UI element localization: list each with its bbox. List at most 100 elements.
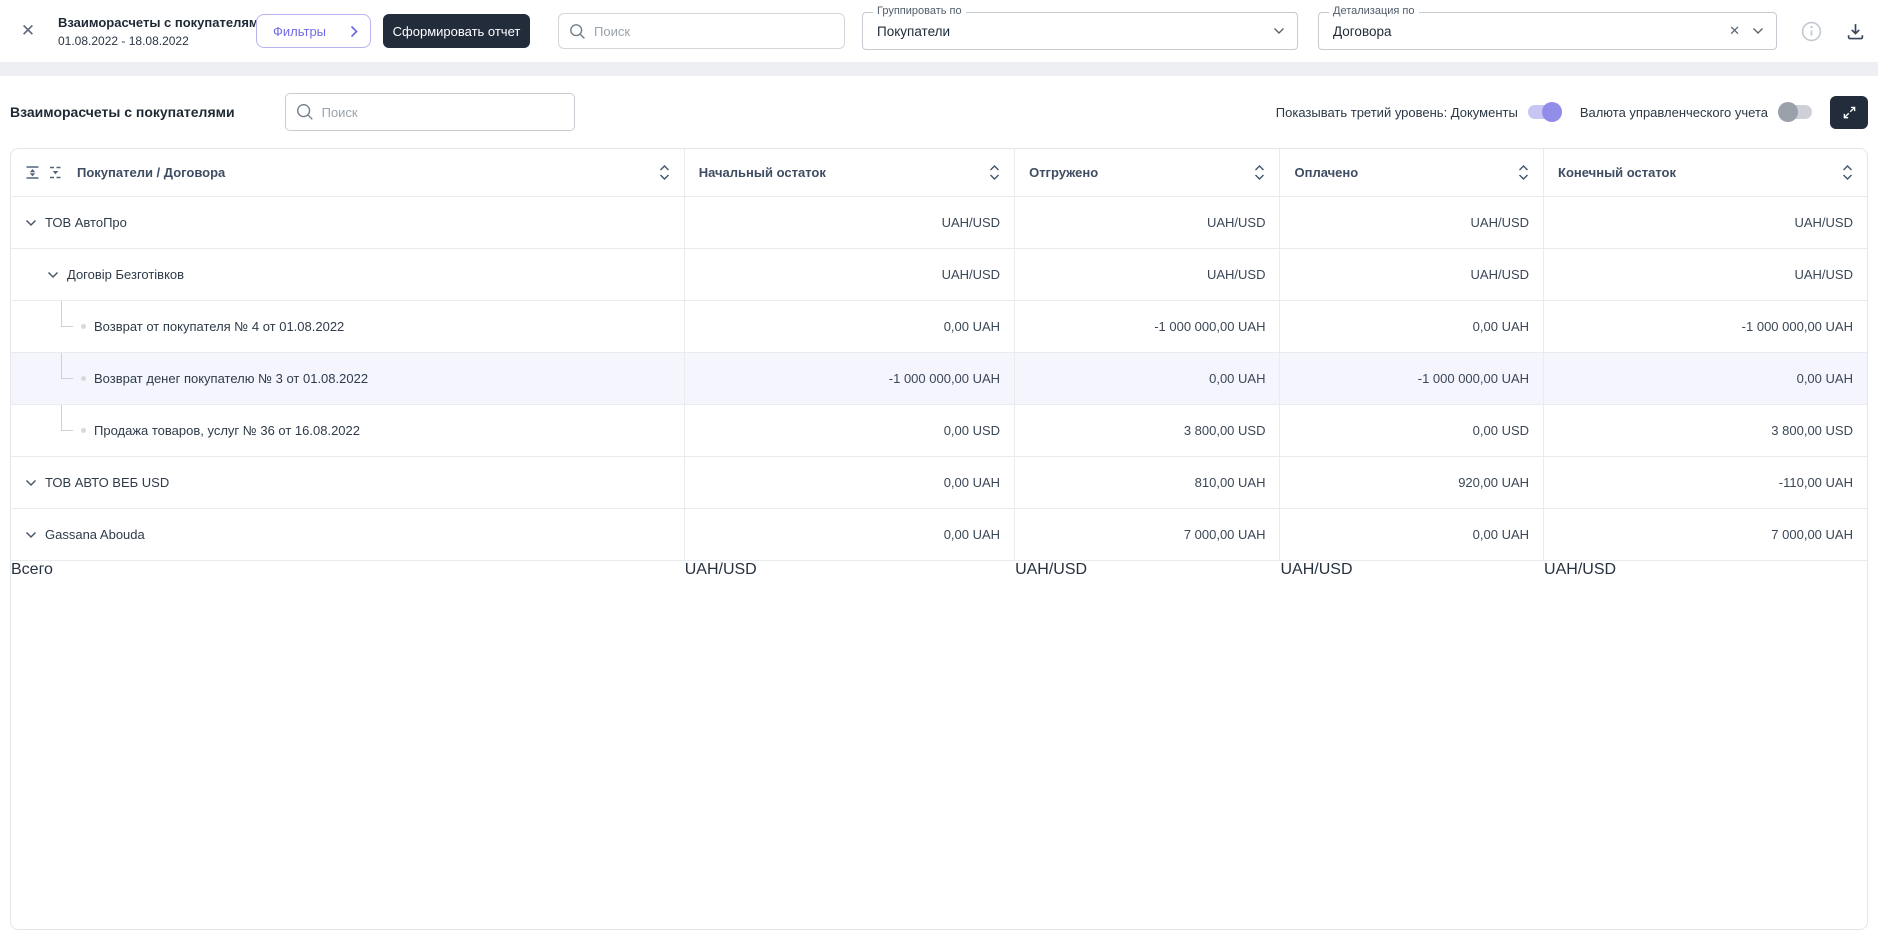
cell-value: -1 000 000,00 UAH <box>685 353 1016 404</box>
totals-label: Всего <box>11 561 53 578</box>
filters-button[interactable]: Фильтры <box>256 14 371 48</box>
table-row[interactable]: Возврат денег покупателю № 3 от 01.08.20… <box>11 353 1867 405</box>
column-label: Конечный остаток <box>1558 165 1677 180</box>
cell-value: UAH/USD <box>1794 267 1853 282</box>
sort-icon[interactable] <box>659 164 670 181</box>
fullscreen-button[interactable] <box>1830 95 1868 129</box>
row-name-cell: Договір Безготівков <box>11 249 685 300</box>
column-label: Начальный остаток <box>698 165 826 180</box>
totals-row: Всего UAH/USD UAH/USD UAH/USD UAH/USD <box>11 561 1867 579</box>
totals-value: UAH/USD <box>1544 561 1617 578</box>
row-label: Gassana Abouda <box>45 527 145 542</box>
cell-value: 810,00 UAH <box>1015 457 1281 508</box>
chevron-down-icon[interactable] <box>1273 27 1285 35</box>
header-customers-contracts: Покупатели / Договора <box>11 149 685 196</box>
management-currency-toggle[interactable] <box>1778 102 1812 122</box>
cell-value: 3 800,00 USD <box>1771 423 1853 438</box>
report-search-input[interactable] <box>321 104 564 120</box>
header-closing-balance: Конечный остаток <box>1544 149 1867 196</box>
cell-value: 0,00 UAH <box>685 457 1016 508</box>
bullet-icon <box>81 324 86 329</box>
table-row[interactable]: Возврат от покупателя № 4 от 01.08.2022 0… <box>11 301 1867 353</box>
cell-value: 0,00 USD <box>1280 405 1545 456</box>
row-name-cell: Gassana Abouda <box>11 509 685 560</box>
cell-value: 0,00 USD <box>685 405 1016 456</box>
top-toolbar: ✕ Взаиморасчеты с покупателями 01.08.202… <box>0 0 1878 62</box>
topbar-search-input[interactable] <box>594 23 834 39</box>
header-shipped: Отгружено <box>1015 149 1281 196</box>
row-name-cell: ТОВ АВТО ВЕБ USD <box>11 457 685 508</box>
detail-by-select[interactable]: Детализация по Договора ✕ <box>1318 5 1777 50</box>
download-icon[interactable] <box>1843 19 1867 43</box>
header-paid: Оплачено <box>1280 149 1545 196</box>
column-label: Покупатели / Договора <box>77 165 226 180</box>
tree-connector <box>61 301 73 327</box>
generate-report-button[interactable]: Сформировать отчет <box>383 14 530 48</box>
row-name-cell: Возврат от покупателя № 4 от 01.08.2022 <box>11 301 685 352</box>
third-level-toggle[interactable] <box>1527 102 1562 122</box>
search-icon <box>569 23 586 40</box>
row-label: Возврат денег покупателю № 3 от 01.08.20… <box>94 371 369 386</box>
close-icon[interactable]: ✕ <box>16 19 40 43</box>
page-title: Взаиморасчеты с покупателями <box>10 104 235 120</box>
column-label: Отгружено <box>1029 165 1099 180</box>
table-row[interactable]: Gassana Abouda 0,00 UAH 7 000,00 UAH 0,00 U… <box>11 509 1867 561</box>
bullet-icon <box>81 428 86 433</box>
row-label: Продажа товаров, услуг № 36 от 16.08.202… <box>94 423 360 438</box>
info-icon[interactable] <box>1799 19 1823 43</box>
tree-connector <box>61 353 73 379</box>
sort-icon[interactable] <box>989 164 1000 181</box>
table-row[interactable]: ТОВ АвтоПро UAH/USD UAH/USD UAH/USD UAH/USD <box>11 197 1867 249</box>
bullet-icon <box>81 376 86 381</box>
report-title-block[interactable]: Взаиморасчеты с покупателями 01.08.2022 … <box>58 15 281 48</box>
column-label: Оплачено <box>1294 165 1359 180</box>
cell-value: 0,00 UAH <box>1796 371 1853 386</box>
cell-value: 920,00 UAH <box>1280 457 1545 508</box>
clear-icon[interactable]: ✕ <box>1729 23 1740 39</box>
detail-by-label: Детализация по <box>1329 5 1419 17</box>
cell-value: 0,00 UAH <box>685 301 1016 352</box>
cell-value: 7 000,00 UAH <box>1771 527 1853 542</box>
tree-connector <box>61 405 73 431</box>
cell-value: -1 000 000,00 UAH <box>1280 353 1545 404</box>
filters-label: Фильтры <box>273 23 327 39</box>
chevron-down-icon[interactable] <box>25 475 37 490</box>
row-name-cell: ТОВ АвтоПро <box>11 197 685 248</box>
report-header: Взаиморасчеты с покупателями Показывать … <box>0 76 1878 148</box>
cell-value: -1 000 000,00 UAH <box>1741 319 1853 334</box>
collapse-all-icon[interactable] <box>25 165 40 180</box>
cell-value: UAH/USD <box>685 249 1016 300</box>
chevron-down-icon[interactable] <box>47 267 59 282</box>
table-row[interactable]: ТОВ АВТО ВЕБ USD 0,00 UAH 810,00 UAH 920,00… <box>11 457 1867 509</box>
cell-value: UAH/USD <box>1015 197 1281 248</box>
sort-icon[interactable] <box>1842 164 1853 181</box>
table-row[interactable]: Договір Безготівков UAH/USD UAH/USD UAH/USD… <box>11 249 1867 301</box>
cell-value: 0,00 UAH <box>1015 353 1281 404</box>
cell-value: -1 000 000,00 UAH <box>1015 301 1281 352</box>
row-label: ТОВ АвтоПро <box>45 215 127 230</box>
detail-by-value: Договора <box>1333 23 1392 39</box>
cell-value: 7 000,00 UAH <box>1015 509 1281 560</box>
row-label: ТОВ АВТО ВЕБ USD <box>45 475 170 490</box>
chevron-down-icon[interactable] <box>1752 27 1764 35</box>
cell-value: -110,00 UAH <box>1778 475 1853 490</box>
report-table-card: Покупатели / Договора Начальный остаток … <box>10 148 1868 930</box>
table-body: ТОВ АвтоПро UAH/USD UAH/USD UAH/USD UAH/USD Д… <box>11 197 1867 561</box>
table-row[interactable]: Продажа товаров, услуг № 36 от 16.08.202… <box>11 405 1867 457</box>
chevron-down-icon[interactable] <box>25 215 37 230</box>
cell-value: UAH/USD <box>1280 249 1545 300</box>
cell-value: UAH/USD <box>685 197 1016 248</box>
group-by-label: Группировать по <box>873 5 966 17</box>
group-by-select[interactable]: Группировать по Покупатели <box>862 5 1298 50</box>
cell-value: 0,00 UAH <box>1280 301 1545 352</box>
cell-value: UAH/USD <box>1015 249 1281 300</box>
totals-value: UAH/USD <box>684 561 757 578</box>
row-name-cell: Возврат денег покупателю № 3 от 01.08.20… <box>11 353 685 404</box>
third-level-toggle-label: Показывать третий уровень: Документы <box>1275 104 1518 120</box>
sort-icon[interactable] <box>1518 164 1529 181</box>
chevron-down-icon[interactable] <box>25 527 37 542</box>
expand-all-icon[interactable] <box>48 165 63 180</box>
window-title: Взаиморасчеты с покупателями <box>58 14 267 30</box>
table-header-row: Покупатели / Договора Начальный остаток … <box>11 149 1867 197</box>
sort-icon[interactable] <box>1254 164 1265 181</box>
